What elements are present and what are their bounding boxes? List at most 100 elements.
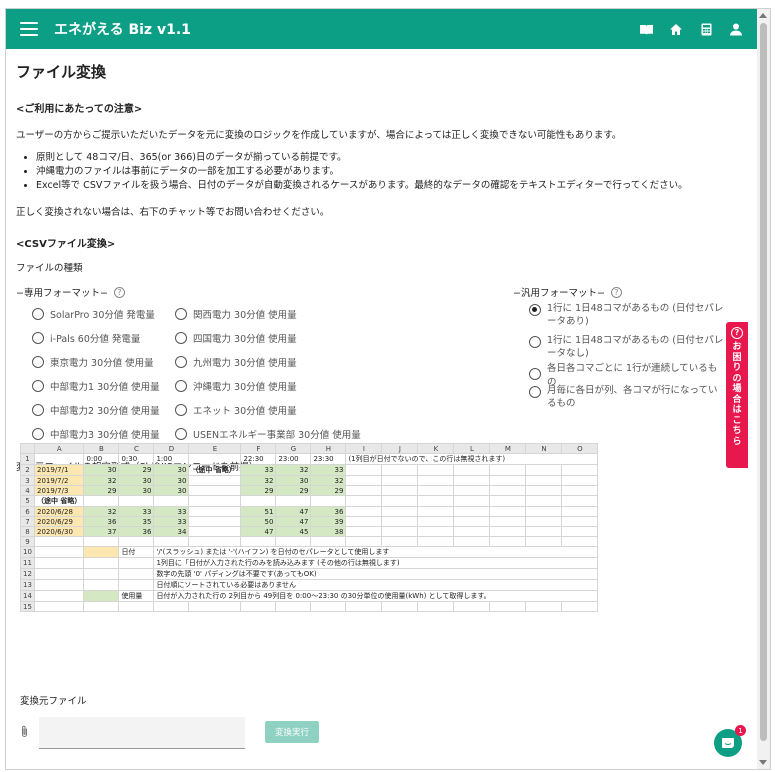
row-number: 9 xyxy=(20,536,35,547)
radio-button[interactable] xyxy=(175,428,187,440)
menu-icon[interactable] xyxy=(20,22,38,36)
radio-option[interactable]: 1行に 1日48コマがあるもの (日付セパレータあり) xyxy=(529,302,725,334)
radio-option[interactable]: 中部電力2 30分値 使用量 xyxy=(32,398,175,422)
radio-label: i-Pals 60分値 発電量 xyxy=(50,334,141,345)
table-cell xyxy=(33,546,85,558)
scroll-up-icon[interactable] xyxy=(759,13,767,18)
help-chat-tab[interactable]: ? お困りの場合はこちら xyxy=(726,322,748,468)
column-header: K xyxy=(417,443,455,454)
table-cell: 23:30 xyxy=(310,453,347,465)
radio-option[interactable]: 各日各コマごとに 1行が連続しているもの xyxy=(529,363,725,388)
table-cell: 2020/6/30 xyxy=(33,526,85,537)
table-cell xyxy=(489,601,527,612)
table-cell xyxy=(489,506,527,517)
table-cell xyxy=(525,475,563,486)
book-icon[interactable] xyxy=(638,21,654,37)
radio-button[interactable] xyxy=(175,404,187,416)
dedicated-format-title: −専用フォーマット− xyxy=(16,288,108,299)
table-cell xyxy=(381,464,419,476)
table-row: 10 日付 '/'(スラッシュ) または '-'(ハイフン) を日付のセパレータとし… xyxy=(20,546,599,558)
table-cell xyxy=(561,601,599,612)
table-cell xyxy=(525,516,563,527)
help-chat-char: り xyxy=(732,363,742,373)
table-cell xyxy=(525,536,563,547)
table-row: 8 2020/6/30 37 36 34 47 45 38 xyxy=(20,526,599,537)
table-cell xyxy=(561,516,599,527)
radio-option[interactable]: SolarPro 30分値 発電量 xyxy=(32,302,175,326)
table-cell xyxy=(83,568,120,580)
convert-button[interactable]: 変換実行 xyxy=(265,721,320,743)
app-window: エネがえる Biz v1.1 ファイル変換 <ご利用にあたっての注意> ユーザー… xyxy=(5,8,771,770)
help-chat-char: 困 xyxy=(732,352,742,363)
radio-button[interactable] xyxy=(175,380,187,392)
radio-option[interactable]: エネット 30分値 使用量 xyxy=(175,398,361,422)
notice-heading: <ご利用にあたっての注意> xyxy=(16,104,143,115)
radio-button-selected[interactable] xyxy=(529,304,541,316)
row-number: 8 xyxy=(20,526,35,537)
radio-button[interactable] xyxy=(529,336,541,348)
radio-option[interactable]: 四国電力 30分値 使用量 xyxy=(175,326,361,350)
table-cell xyxy=(153,601,190,612)
home-icon[interactable] xyxy=(668,21,684,37)
table-cell: 32 xyxy=(310,475,347,486)
table-cell xyxy=(453,536,491,547)
vertical-scrollbar[interactable] xyxy=(757,9,770,769)
table-row: 1 0:00 0:30 1:00 22:30 23:00 23:30 (1列目が日付でないので… xyxy=(20,453,599,465)
help-icon[interactable]: ? xyxy=(610,286,622,298)
table-cell xyxy=(453,495,491,507)
radio-option[interactable]: 九州電力 30分値 使用量 xyxy=(175,350,361,374)
file-input[interactable] xyxy=(39,717,245,749)
radio-option[interactable]: 関西電力 30分値 使用量 xyxy=(175,302,361,326)
table-cell: （途中 省略） xyxy=(33,495,85,507)
radio-button[interactable] xyxy=(175,356,187,368)
chat-launcher[interactable]: 1 xyxy=(714,725,746,757)
scroll-thumb[interactable] xyxy=(760,23,767,741)
table-cell: 32 xyxy=(240,475,277,486)
table-cell xyxy=(310,495,347,507)
radio-option[interactable]: 沖縄電力 30分値 使用量 xyxy=(175,374,361,398)
radio-label: エネット 30分値 使用量 xyxy=(193,406,297,417)
radio-button[interactable] xyxy=(175,308,187,320)
radio-label: SolarPro 30分値 発電量 xyxy=(50,310,155,321)
table-cell xyxy=(525,464,563,476)
general-format-title: −汎用フォーマット− xyxy=(513,288,605,299)
radio-option[interactable]: 月毎に各日が列、各コマが行になっているもの xyxy=(529,384,725,414)
radio-button[interactable] xyxy=(175,332,187,344)
column-header: H xyxy=(310,443,347,454)
radio-button[interactable] xyxy=(32,308,44,320)
table-row: 2 2019/7/1 30 29 30 （途中 省略） 33 32 33 xyxy=(20,464,599,476)
radio-button[interactable] xyxy=(32,332,44,344)
radio-button[interactable] xyxy=(32,404,44,416)
account-icon[interactable] xyxy=(728,21,744,37)
radio-option[interactable]: 東京電力 30分値 使用量 xyxy=(32,350,175,374)
table-cell xyxy=(453,475,491,486)
table-cell xyxy=(345,506,383,517)
table-cell xyxy=(417,526,455,537)
table-cell: 29 xyxy=(118,464,155,476)
calculator-icon[interactable] xyxy=(698,21,714,37)
table-cell: 47 xyxy=(275,516,312,527)
table-row: 5 （途中 省略） xyxy=(20,495,599,507)
paperclip-icon[interactable] xyxy=(20,724,29,743)
radio-option[interactable]: 中部電力1 30分値 使用量 xyxy=(32,374,175,398)
radio-button[interactable] xyxy=(529,386,541,398)
table-cell xyxy=(240,536,277,547)
help-chat-char: こ xyxy=(732,415,742,426)
table-cell xyxy=(489,495,527,507)
list-item: 原則として 48コマ/日、365(or 366)日のデータが揃っている前提です。 xyxy=(36,151,751,165)
row-number: 4 xyxy=(20,485,35,496)
radio-button[interactable] xyxy=(32,356,44,368)
table-cell xyxy=(525,526,563,537)
radio-button[interactable] xyxy=(32,428,44,440)
table-cell xyxy=(83,557,120,569)
radio-button[interactable] xyxy=(32,380,44,392)
scroll-down-icon[interactable] xyxy=(759,760,767,765)
table-cell xyxy=(381,475,419,486)
table-cell xyxy=(453,506,491,517)
table-cell xyxy=(275,601,312,612)
radio-label: 中部電力1 30分値 使用量 xyxy=(50,382,160,393)
radio-option[interactable]: i-Pals 60分値 発電量 xyxy=(32,326,175,350)
table-cell xyxy=(381,516,419,527)
help-icon[interactable]: ? xyxy=(113,286,125,298)
radio-button[interactable] xyxy=(529,368,541,380)
